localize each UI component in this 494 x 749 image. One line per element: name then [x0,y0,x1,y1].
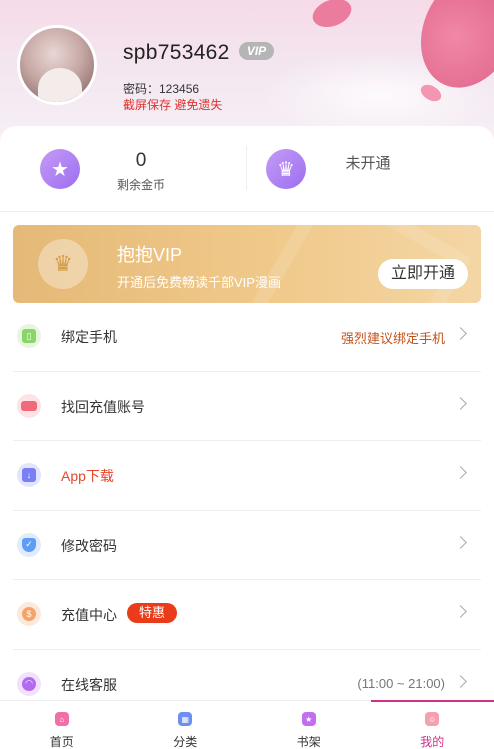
username: spb753462 [123,41,230,64]
chevron-right-icon [454,535,467,549]
petal-decoration [308,0,356,33]
vip-banner-title: 抱抱VIP [117,245,183,265]
chevron-right-icon [454,605,467,618]
screenshot-tip: 截屏保存 避免遗失 [123,98,223,112]
coin-balance-label: 剩余金币 [116,178,165,192]
tab-label: 分类 [173,735,198,749]
open-vip-button[interactable]: 立即开通 [378,259,468,289]
chevron-right-icon [454,466,467,479]
tab-label: 我的 [420,735,445,749]
chevron-right-icon [454,674,467,688]
support-hours: (11:00 ~ 21:00) [357,675,445,691]
vip-status: 未开通 [345,155,391,172]
menu-item-label: 绑定手机 [61,329,117,345]
tab-label: 首页 [49,735,74,749]
download-icon: ↓ [17,463,41,487]
menu-item-label: 充值中心 [61,607,117,623]
menu-item-change-password[interactable]: ✓ 修改密码 [13,511,481,580]
star-coin-icon: ★ [40,149,80,189]
crown-icon: ♛ [38,239,88,289]
bookshelf-icon: ★ [301,712,316,726]
headset-icon: ◠ [17,671,41,696]
tag-icon [17,393,41,418]
vip-badge: VIP [239,42,274,60]
tab-home[interactable]: ⌂ 首页 [0,701,124,749]
menu-item-label: 找回充值账号 [61,398,145,415]
password-text: 密码：123456 [123,82,200,96]
tab-bookshelf[interactable]: ★ 书架 [247,701,371,749]
avatar[interactable] [17,25,97,105]
vip-banner[interactable]: ♛ 抱抱VIP 开通后免费畅读千部VIP漫画 立即开通 [13,225,481,303]
crown-icon: ♛ [266,149,306,189]
tab-category[interactable]: ▦ 分类 [124,701,248,749]
menu-item-label: App下载 [61,468,114,484]
menu-item-label: 修改密码 [61,537,117,554]
tab-label: 书架 [296,735,321,749]
chevron-right-icon [454,327,467,340]
category-icon: ▦ [178,712,193,726]
shield-icon: ✓ [17,532,41,557]
vip-banner-subtitle: 开通后免费畅读千部VIP漫画 [117,275,281,290]
menu-item-recover-account[interactable]: 找回充值账号 [13,372,481,441]
divider [246,146,247,190]
tab-profile[interactable]: ☺ 我的 [370,700,494,749]
menu-item-app-download[interactable]: ↓ App下载 [13,441,481,511]
menu-item-bind-phone[interactable]: ▯ 绑定手机 强烈建议绑定手机 [13,302,481,372]
chevron-right-icon [454,396,467,410]
bottom-tab-bar: ⌂ 首页 ▦ 分类 ★ 书架 ☺ 我的 [0,700,494,749]
coin-balance: 0 [135,150,147,171]
bind-phone-hint: 强烈建议绑定手机 [340,331,445,346]
profile-icon: ☺ [425,712,440,726]
profile-card: ★ 0 剩余金币 ♛ 未开通 ♛ 抱抱VIP 开通后免费畅读千部VIP漫画 立即… [0,126,494,749]
phone-icon: ▯ [17,324,41,348]
menu-item-recharge-center[interactable]: $ 充值中心 特惠 [13,580,481,650]
moneybag-icon: $ [17,602,41,626]
menu-list: ▯ 绑定手机 强烈建议绑定手机 找回充值账号 ↓ App下载 ✓ 修改密码 $ … [13,302,481,719]
promo-badge: 特惠 [127,603,178,623]
stats-row: ★ 0 剩余金币 ♛ 未开通 [0,126,494,212]
menu-item-label: 在线客服 [61,676,117,693]
home-icon: ⌂ [54,712,69,726]
